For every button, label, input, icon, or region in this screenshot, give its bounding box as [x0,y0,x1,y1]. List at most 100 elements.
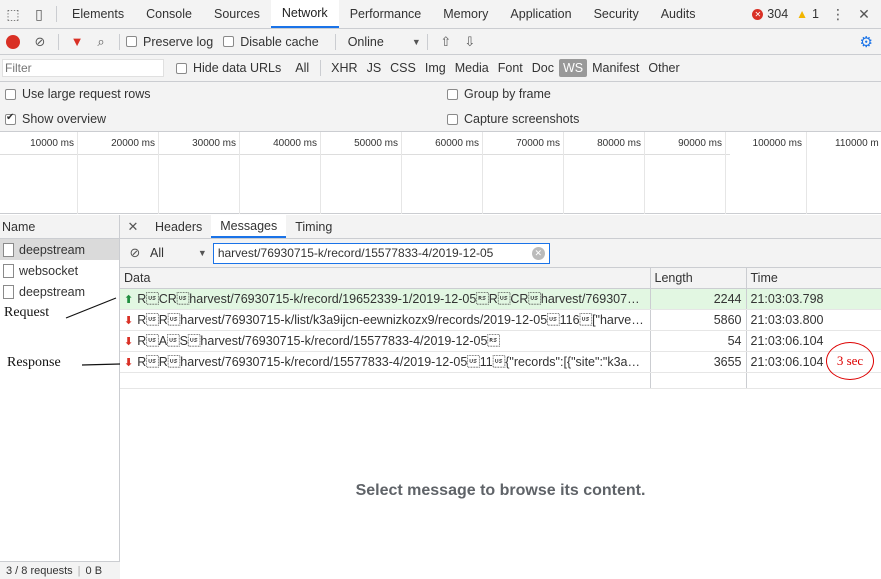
tab-console[interactable]: Console [135,0,203,28]
request-row[interactable]: websocket [0,260,119,281]
time-column-header[interactable]: Time [746,268,881,289]
clear-icon[interactable]: ⊘ [28,34,52,50]
request-name: deepstream [19,242,86,257]
more-options-icon[interactable]: ⋮ [827,6,849,23]
tick-line [401,132,402,214]
tab-performance[interactable]: Performance [339,0,433,28]
message-row[interactable]: ⬇ R R harvest/76930715-k/record/15577833-… [120,351,881,373]
name-column-header[interactable]: Name [0,215,119,239]
filter-funnel-icon[interactable]: ▼ [65,34,89,49]
tick-line [563,132,564,214]
hide-data-urls-label: Hide data URLs [193,61,282,75]
capture-screenshots-checkbox[interactable]: Capture screenshots [447,112,579,126]
tab-application[interactable]: Application [499,0,582,28]
record-button[interactable] [6,34,20,49]
toolbar-separator [426,33,428,50]
tab-elements[interactable]: Elements [61,0,135,28]
file-icon [3,284,14,299]
filter-input[interactable] [2,59,164,77]
preserve-log-label: Preserve log [143,34,214,49]
checkbox-box[interactable] [5,88,16,100]
close-detail-icon[interactable]: ✕ [120,215,146,238]
network-summary-bar: 3 / 8 requests | 0 B [0,561,120,579]
tick-label: 10000 ms [30,138,74,149]
length-column-header[interactable]: Length [650,268,747,289]
filter-type-other[interactable]: Other [644,59,683,77]
large-rows-checkbox[interactable]: Use large request rows [5,87,151,101]
tab-security[interactable]: Security [583,0,650,28]
overview-timeline[interactable]: 10000 ms 20000 ms 30000 ms 40000 ms 5000… [0,132,881,214]
export-har-icon[interactable]: ⇩ [458,34,482,50]
throttling-value: Online [347,34,384,49]
search-icon[interactable]: ⌕ [89,34,113,50]
message-row[interactable]: ⬇ R A S harvest/76930715-k/record/1557783… [120,330,881,352]
preserve-log-checkbox[interactable]: Preserve log [126,35,213,49]
filter-type-font[interactable]: Font [494,59,527,77]
message-row[interactable]: ⬆ R CR harvest/76930715-k/record/19652339… [120,288,881,310]
overview-divider [0,154,730,155]
device-toolbar-icon[interactable]: ▯ [26,0,52,28]
request-row[interactable]: deepstream [0,239,119,260]
tab-messages[interactable]: Messages [211,215,287,238]
message-data-text: R R harvest/76930715-k/list/k3a9ijcn-eew… [137,312,650,327]
message-row[interactable]: ⬇ R R harvest/76930715-k/list/k3a9ijcn-ee… [120,309,881,331]
clear-filter-icon[interactable]: ✕ [531,246,545,260]
toolbar-separator [119,33,120,50]
sent-arrow-icon: ⬆ [124,293,134,306]
message-filter-input[interactable]: harvest/76930715-k/record/15577833-4/201… [212,242,550,264]
message-data: ⬇ R R harvest/76930715-k/list/k3a9ijcn-ee… [120,309,651,331]
checkbox-box[interactable] [447,113,458,125]
tab-timing[interactable]: Timing [286,215,341,238]
tick-label: 60000 ms [435,138,479,149]
filter-type-img[interactable]: Img [421,59,450,77]
filter-type-ws[interactable]: WS [559,59,588,77]
checkbox-box[interactable] [176,62,187,74]
filter-type-xhr[interactable]: XHR [327,59,361,77]
message-type-value: All [150,246,164,260]
message-data: ⬇ R R harvest/76930715-k/record/15577833-… [120,351,651,373]
tick-label: 90000 ms [678,138,722,149]
detail-tabs: ✕ Headers Messages Timing [120,215,881,239]
tick-label: 80000 ms [597,138,641,149]
tick-line [158,132,159,214]
tick-line [482,132,483,214]
filter-type-manifest[interactable]: Manifest [588,59,643,77]
tick-label: 50000 ms [354,138,398,149]
gear-icon[interactable]: ⚙ [860,33,873,51]
checkbox-box[interactable] [126,36,137,47]
message-length: 5860 [650,309,747,331]
import-har-icon[interactable]: ⇧ [434,34,458,50]
throttling-select[interactable]: Online ▼ [342,35,421,49]
filter-type-js[interactable]: JS [363,59,386,77]
checkbox-box[interactable] [223,36,235,47]
message-type-select[interactable]: All ▼ [150,246,207,260]
error-count: 304 [767,7,789,21]
tick-label: 40000 ms [273,138,317,149]
tab-headers[interactable]: Headers [146,215,211,238]
tab-network[interactable]: Network [270,0,339,28]
tabbar-status[interactable]: ✕ 304 ▲ 1 ⋮ ✕ [752,0,881,28]
group-by-frame-checkbox[interactable]: Group by frame [447,87,551,101]
close-devtools-icon[interactable]: ✕ [853,6,875,23]
checkbox-box[interactable] [447,88,458,100]
inspect-element-icon[interactable]: ⬚ [0,0,26,28]
message-data: ⬆ R CR harvest/76930715-k/record/19652339… [120,288,651,310]
filter-type-all[interactable]: All [291,59,313,77]
clear-messages-icon[interactable]: ⊘ [120,245,150,261]
request-row[interactable]: deepstream [0,281,119,302]
hide-data-urls-checkbox[interactable]: Hide data URLs [176,61,281,75]
tab-sources[interactable]: Sources [203,0,271,28]
message-time: 21:03:03.798 [746,288,881,310]
data-column-header[interactable]: Data [120,268,651,289]
filter-type-media[interactable]: Media [451,59,493,77]
toolbar-separator [58,33,59,50]
request-detail-panel: ✕ Headers Messages Timing ⊘ All ▼ harvest… [120,215,881,579]
tab-audits[interactable]: Audits [650,0,707,28]
checkbox-box[interactable] [5,112,16,125]
transfer-size: 0 B [85,564,103,577]
filter-type-doc[interactable]: Doc [528,59,558,77]
tab-memory[interactable]: Memory [432,0,499,28]
show-overview-checkbox[interactable]: Show overview [5,112,106,126]
filter-type-css[interactable]: CSS [386,59,420,77]
disable-cache-checkbox[interactable]: Disable cache [223,35,319,49]
